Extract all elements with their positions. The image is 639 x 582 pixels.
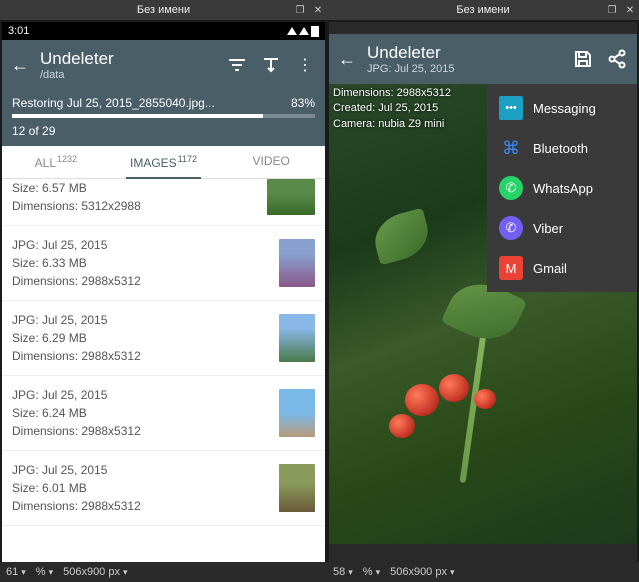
whatsapp-icon: ✆ — [499, 176, 523, 200]
editor-statusbar: 58 % 506x900 px — [327, 562, 639, 582]
list-item[interactable]: Size: 6.57 MBDimensions: 5312x2988 — [2, 179, 325, 226]
photo-metadata: Dimensions: 2988x5312 Created: Jul 25, 2… — [333, 86, 451, 132]
back-icon[interactable]: ← — [335, 49, 359, 70]
progress-text: Restoring Jul 25, 2015_2855040.jpg... — [12, 96, 215, 110]
thumbnail — [279, 314, 315, 362]
share-viber[interactable]: ✆Viber — [487, 208, 637, 248]
left-editor-panel: Без имени ❐ ✕ 3:01 ← Undeleter /data ⋮ — [0, 0, 327, 582]
zoom-unit[interactable]: % — [36, 566, 53, 578]
thumbnail — [267, 179, 315, 215]
app-toolbar: ← Undeleter JPG: Jul 25, 2015 — [329, 34, 637, 84]
signal-icon — [299, 27, 309, 35]
battery-icon — [311, 26, 319, 37]
sort-icon[interactable] — [227, 55, 247, 75]
zoom-value[interactable]: 61 — [6, 566, 26, 578]
canvas-dims[interactable]: 506x900 px — [390, 566, 454, 578]
tab-bar: ALL1232 IMAGES1172 VIDEO — [2, 146, 325, 179]
editor-statusbar: 61 % 506x900 px — [0, 562, 327, 582]
bluetooth-icon: ⌘ — [499, 136, 523, 160]
share-icon[interactable] — [607, 49, 627, 69]
thumbnail — [279, 239, 315, 287]
window-title: Без имени — [137, 4, 190, 16]
viber-icon: ✆ — [499, 216, 523, 240]
app-subtitle: JPG: Jul 25, 2015 — [367, 63, 573, 75]
phone-screen: 3:01 ← Undeleter /data ⋮ Restoring Jul 2… — [2, 22, 325, 580]
canvas-dims[interactable]: 506x900 px — [63, 566, 127, 578]
phone-screen: ← Undeleter JPG: Jul 25, 2015 Dimensions… — [329, 22, 637, 580]
tab-images[interactable]: IMAGES1172 — [110, 146, 218, 178]
save-icon[interactable] — [573, 49, 593, 69]
progress-percent: 83% — [291, 96, 315, 110]
filter-icon[interactable] — [261, 55, 281, 75]
app-toolbar: ← Undeleter /data ⋮ — [2, 40, 325, 90]
thumbnail — [279, 464, 315, 512]
share-whatsapp[interactable]: ✆WhatsApp — [487, 168, 637, 208]
share-gmail[interactable]: MGmail — [487, 248, 637, 288]
window-titlebar: Без имени ❐ ✕ — [0, 0, 327, 20]
list-item[interactable]: JPG: Jul 25, 2015Size: 6.33 MBDimensions… — [2, 226, 325, 301]
share-messaging[interactable]: •••Messaging — [487, 88, 637, 128]
android-statusbar: 3:01 — [2, 22, 325, 40]
close-icon[interactable]: ✕ — [623, 3, 637, 17]
close-icon[interactable]: ✕ — [311, 3, 325, 17]
gmail-icon: M — [499, 256, 523, 280]
overflow-icon[interactable]: ⋮ — [295, 55, 315, 75]
share-bluetooth[interactable]: ⌘Bluetooth — [487, 128, 637, 168]
app-title: Undeleter — [40, 49, 227, 69]
right-editor-panel: Без имени ❐ ✕ ← Undeleter JPG: Jul 25, 2… — [327, 0, 639, 582]
progress-section: Restoring Jul 25, 2015_2855040.jpg... 83… — [2, 90, 325, 146]
tab-all[interactable]: ALL1232 — [2, 146, 110, 178]
zoom-value[interactable]: 58 — [333, 566, 353, 578]
app-title: Undeleter — [367, 43, 573, 63]
list-item[interactable]: JPG: Jul 25, 2015Size: 6.24 MBDimensions… — [2, 376, 325, 451]
progress-bar — [12, 114, 315, 118]
zoom-unit[interactable]: % — [363, 566, 380, 578]
list-item[interactable]: JPG: Jul 25, 2015Size: 6.01 MBDimensions… — [2, 451, 325, 526]
window-title: Без имени — [456, 4, 509, 16]
list-item[interactable]: JPG: Jul 25, 2015Size: 6.29 MBDimensions… — [2, 301, 325, 376]
tab-video[interactable]: VIDEO — [217, 146, 325, 178]
file-list[interactable]: Size: 6.57 MBDimensions: 5312x2988 JPG: … — [2, 179, 325, 526]
progress-count: 12 of 29 — [12, 124, 315, 138]
restore-icon[interactable]: ❐ — [605, 3, 619, 17]
restore-icon[interactable]: ❐ — [293, 3, 307, 17]
wifi-icon — [287, 27, 297, 35]
window-titlebar: Без имени ❐ ✕ — [327, 0, 639, 20]
app-subtitle: /data — [40, 69, 227, 81]
clock: 3:01 — [8, 25, 29, 37]
share-menu: •••Messaging ⌘Bluetooth ✆WhatsApp ✆Viber… — [487, 84, 637, 292]
messaging-icon: ••• — [499, 96, 523, 120]
photo-viewer[interactable]: Dimensions: 2988x5312 Created: Jul 25, 2… — [329, 84, 637, 544]
back-icon[interactable]: ← — [8, 55, 32, 76]
thumbnail — [279, 389, 315, 437]
